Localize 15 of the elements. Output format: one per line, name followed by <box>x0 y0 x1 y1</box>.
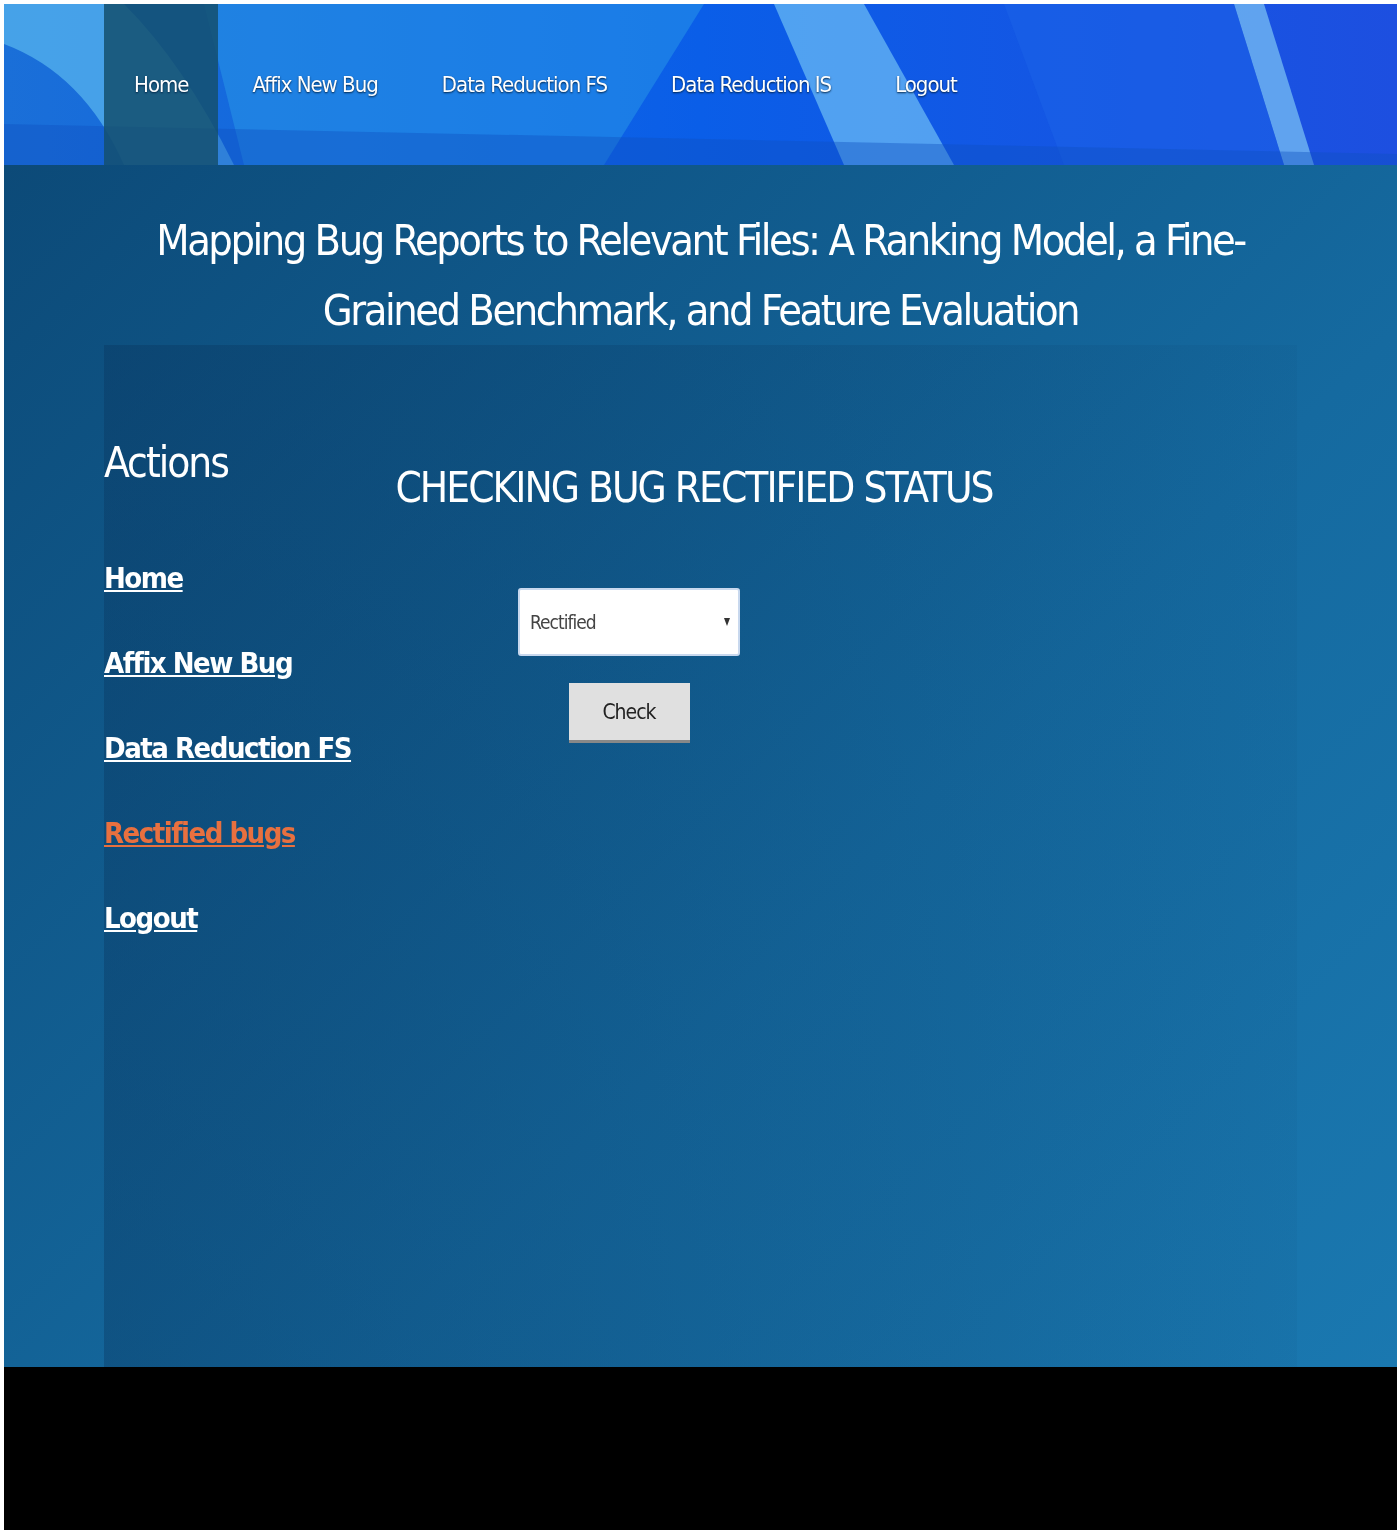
page-title: Mapping Bug Reports to Relevant Files: A Ranking Model, a Fine-Grained Benchmark, and Feature Evaluation <box>155 214 1247 337</box>
check-button[interactable]: Check <box>568 683 690 744</box>
nav-link[interactable]: Data Reduction IS <box>641 4 862 165</box>
nav-link[interactable]: Data Reduction FS <box>411 4 638 165</box>
sidebar-link[interactable]: Home <box>104 556 183 602</box>
nav-link[interactable]: Affix New Bug <box>222 4 408 165</box>
sidebar-heading: Actions <box>104 440 228 487</box>
caret-icon <box>724 618 730 627</box>
section-heading: CHECKING BUG RECTIFIED STATUS <box>395 463 993 514</box>
sidebar-link[interactable]: Logout <box>104 896 198 942</box>
sidebar-link[interactable]: Data Reduction FS <box>104 726 352 772</box>
status-dropdown[interactable]: Rectified <box>518 588 740 657</box>
nav-link[interactable]: Logout <box>865 4 987 165</box>
nav-link[interactable]: Home <box>104 4 219 165</box>
sidebar-link[interactable]: Affix New Bug <box>104 641 293 687</box>
